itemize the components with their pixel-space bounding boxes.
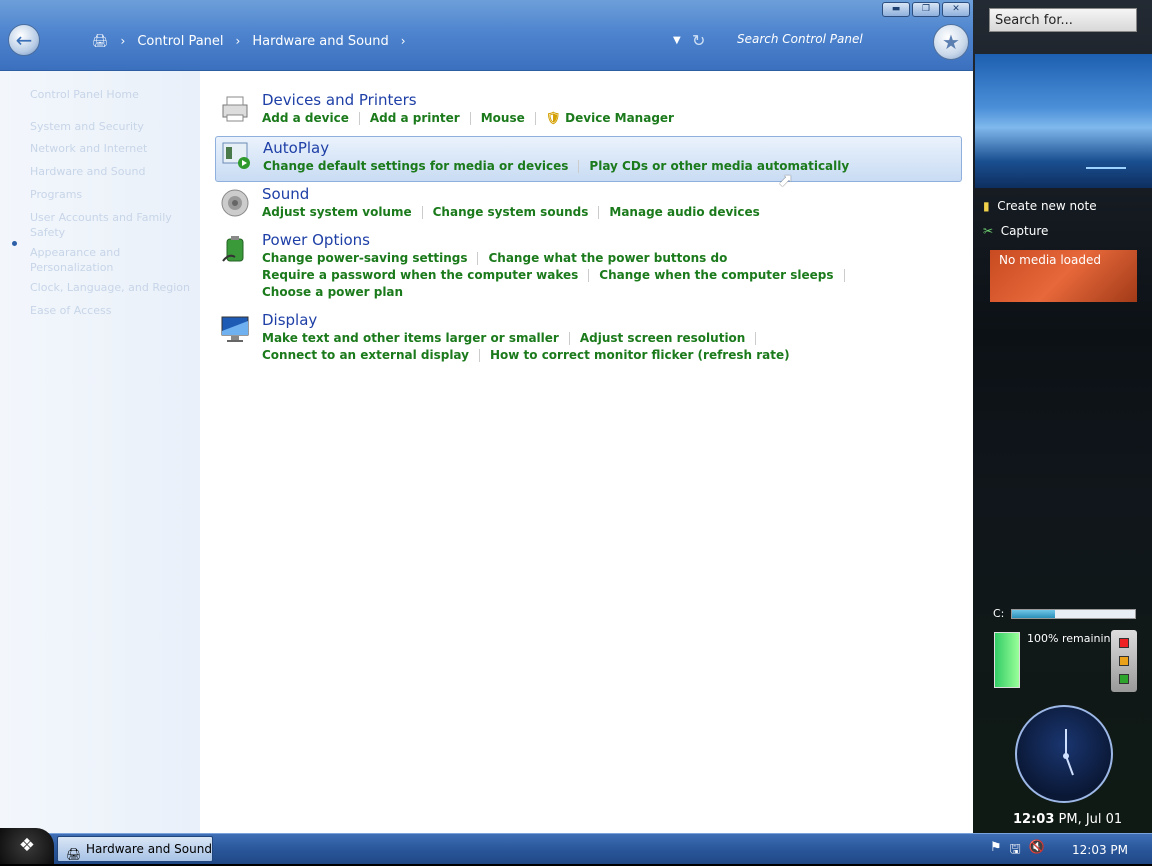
slideshow-gadget[interactable] [975, 54, 1152, 188]
close-button[interactable]: ✕ [942, 2, 970, 17]
sidebar-gadgets: Search for... ▮ Create new note ✂ Captur… [973, 0, 1152, 833]
category-links: Change default settings for media or dev… [263, 158, 849, 175]
address-bar: ← 🖨 › Control Panel › Hardware and Sound… [0, 0, 973, 71]
category-power-options: Power Options Change power-saving settin… [215, 231, 962, 303]
red-light-icon [1119, 638, 1129, 648]
media-gadget[interactable]: No media loaded [990, 250, 1137, 302]
refresh-icon[interactable]: ↻ [692, 31, 705, 50]
breadcrumb-separator-icon[interactable]: › [121, 34, 126, 48]
flag-icon[interactable]: ⚑ [990, 840, 1002, 862]
link-add-device[interactable]: Add a device [262, 111, 349, 125]
selected-bullet-icon [12, 241, 17, 246]
sidebar-item-network[interactable]: Network and Internet [30, 141, 147, 156]
gadget-search-input[interactable]: Search for... [989, 8, 1137, 32]
battery-gadget-icon [994, 632, 1020, 688]
link-screen-resolution[interactable]: Adjust screen resolution [580, 331, 746, 345]
category-sound: Sound Adjust system volume Change system … [215, 185, 962, 225]
link-require-password[interactable]: Require a password when the computer wak… [262, 268, 578, 282]
category-links: Adjust system volume Change system sounds… [262, 204, 760, 221]
category-title[interactable]: Devices and Printers [262, 91, 417, 109]
sidebar-item-home[interactable]: Control Panel Home [30, 87, 139, 102]
link-manage-audio[interactable]: Manage audio devices [609, 205, 759, 219]
link-power-buttons[interactable]: Change what the power buttons do [488, 251, 727, 265]
main-content: Devices and Printers Add a device Add a p… [200, 71, 973, 833]
breadcrumb: 🖨 › Control Panel › Hardware and Sound › [92, 32, 418, 50]
category-links: Make text and other items larger or smal… [262, 330, 790, 364]
battery-status: 100% remaining [1027, 632, 1118, 645]
amber-light-icon [1119, 656, 1129, 666]
sidebar-item-hardware-sound[interactable]: Hardware and Sound [30, 164, 145, 179]
status-lights [1111, 630, 1137, 692]
category-links: Change power-saving settings Change what … [262, 250, 855, 301]
link-computer-sleeps[interactable]: Change when the computer sleeps [599, 268, 833, 282]
speaker-icon [221, 189, 249, 217]
control-panel-icon: 🖨 [66, 847, 82, 861]
category-links: Add a device Add a printer Mouse 🛡 Device M… [262, 110, 674, 127]
green-light-icon [1119, 674, 1129, 684]
system-tray: ⚑ 🖫 🔇 [990, 840, 1045, 862]
star-icon[interactable]: ★ [933, 24, 969, 60]
restore-button[interactable]: ❐ [912, 2, 940, 17]
link-choose-plan[interactable]: Choose a power plan [262, 285, 403, 299]
history-dropdown-icon[interactable]: ▼ [673, 35, 681, 46]
create-note-item[interactable]: ▮ Create new note [983, 199, 1097, 213]
breadcrumb-hardware-and-sound[interactable]: Hardware and Sound [252, 34, 388, 49]
taskbar-window-button[interactable]: 🖨 Hardware and Sound [57, 836, 213, 862]
sidebar-item-user-accounts[interactable]: User Accounts and Family Safety [30, 210, 180, 240]
drive-label: C: [993, 607, 1005, 620]
clock-gadget[interactable] [1015, 705, 1113, 803]
drive-usage-fill [1012, 610, 1056, 618]
mouse-cursor-icon: ⬈ [778, 170, 794, 191]
volume-muted-icon[interactable]: 🔇 [1029, 840, 1045, 862]
link-adjust-volume[interactable]: Adjust system volume [262, 205, 412, 219]
control-panel-window: ← 🖨 › Control Panel › Hardware and Sound… [0, 0, 973, 833]
drive-usage-bar [1011, 609, 1136, 619]
taskbar: ❖ 🖨 Hardware and Sound ⚑ 🖫 🔇 12:03 PM [0, 828, 1152, 864]
start-button[interactable]: ❖ [0, 828, 54, 864]
category-display: Display Make text and other items larger… [215, 311, 962, 365]
category-title[interactable]: AutoPlay [263, 139, 329, 157]
back-button[interactable]: ← [8, 24, 40, 56]
link-device-manager[interactable]: Device Manager [565, 111, 674, 125]
category-title[interactable]: Display [262, 311, 317, 329]
monitor-icon [221, 316, 249, 342]
breadcrumb-separator-icon[interactable]: › [236, 34, 241, 48]
minimize-button[interactable]: ▬ [882, 2, 910, 17]
printer-icon [222, 96, 248, 122]
breadcrumb-separator-icon[interactable]: › [401, 34, 406, 48]
capture-item[interactable]: ✂ Capture [983, 224, 1048, 238]
sidebar: Control Panel Home System and Security N… [0, 71, 200, 833]
taskbar-clock[interactable]: 12:03 PM [1072, 843, 1128, 857]
gadget-time: 12:03 PM, Jul 01 [1013, 812, 1123, 827]
breadcrumb-control-panel[interactable]: Control Panel [137, 34, 223, 49]
link-play-cds[interactable]: Play CDs or other media automatically [589, 159, 849, 173]
battery-icon [222, 236, 244, 262]
window-controls: ▬ ❐ ✕ [882, 2, 970, 17]
link-text-larger[interactable]: Make text and other items larger or smal… [262, 331, 559, 345]
sidebar-item-clock[interactable]: Clock, Language, and Region [30, 280, 190, 295]
network-icon[interactable]: 🖫 [1010, 840, 1021, 862]
category-autoplay[interactable]: AutoPlay Change default settings for med… [215, 136, 962, 182]
category-title[interactable]: Power Options [262, 231, 370, 249]
category-devices-printers: Devices and Printers Add a device Add a p… [215, 91, 962, 131]
shield-icon: 🛡 [545, 111, 561, 125]
sidebar-item-appearance[interactable]: Appearance and Personalization [30, 245, 180, 275]
link-power-saving[interactable]: Change power-saving settings [262, 251, 467, 265]
sidebar-item-ease-access[interactable]: Ease of Access [30, 303, 111, 318]
scissors-icon: ✂ [983, 224, 994, 238]
link-external-display[interactable]: Connect to an external display [262, 348, 469, 362]
search-input[interactable]: Search Control Panel [737, 32, 863, 46]
control-panel-icon: 🖨 [92, 33, 109, 49]
link-monitor-flicker[interactable]: How to correct monitor flicker (refresh … [490, 348, 790, 362]
link-change-system-sounds[interactable]: Change system sounds [433, 205, 589, 219]
sidebar-item-system-security[interactable]: System and Security [30, 119, 144, 134]
link-change-default-settings[interactable]: Change default settings for media or dev… [263, 159, 568, 173]
category-title[interactable]: Sound [262, 185, 309, 203]
link-add-printer[interactable]: Add a printer [370, 111, 460, 125]
sidebar-item-programs[interactable]: Programs [30, 187, 82, 202]
autoplay-icon [222, 142, 250, 169]
clock-face-icon [1063, 729, 1074, 776]
note-icon: ▮ [983, 199, 990, 213]
link-mouse[interactable]: Mouse [481, 111, 525, 125]
